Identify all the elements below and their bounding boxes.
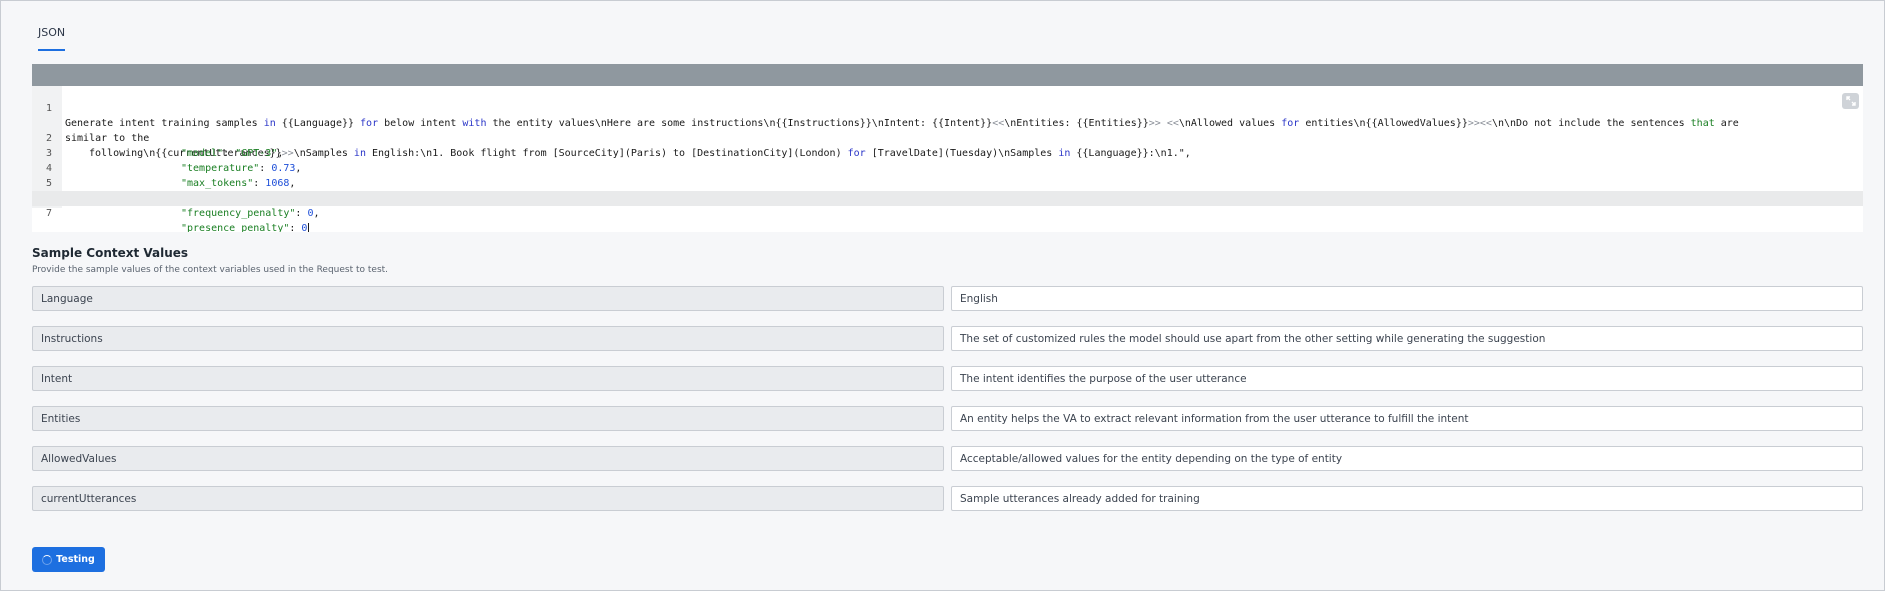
code-line-3[interactable]: 3 "temperature": 0.73, [32,131,1863,174]
code-line-1[interactable]: 1 Generate intent training samples in {{… [32,86,1863,159]
editor-header [32,64,1863,86]
context-value-input[interactable]: Sample utterances already added for trai… [951,486,1863,511]
context-row: currentUtterances Sample utterances alre… [32,486,1863,511]
editor-body[interactable]: 1 Generate intent training samples in {{… [32,86,1863,232]
code-property: "frequency_penalty": 0, [181,208,320,219]
expand-icon[interactable] [1842,93,1859,109]
context-value-input[interactable]: An entity helps the VA to extract releva… [951,406,1863,431]
section-subtitle: Provide the sample values of the context… [32,265,389,275]
context-row: Entities An entity helps the VA to extra… [32,406,1863,431]
context-key: AllowedValues [32,446,944,471]
context-key: Intent [32,366,944,391]
context-value-input[interactable]: The set of customized rules the model sh… [951,326,1863,351]
code-line-5[interactable]: 5 "top_p": 1, [32,161,1863,204]
line-number: 7 [45,208,52,219]
testing-button-label: Testing [56,554,95,565]
text-cursor [308,223,310,232]
code-line-4[interactable]: 4 "max_tokens": 1068, [32,146,1863,189]
code-line-6[interactable]: 6 "frequency_penalty": 0, [32,176,1863,219]
section-title: Sample Context Values [32,246,189,260]
context-values-list: Language English Instructions The set of… [32,286,1863,526]
context-value-input[interactable]: The intent identifies the purpose of the… [951,366,1863,391]
app-frame: JSON 1 Generate intent training samples … [0,0,1885,591]
line-number: 1 [45,103,52,114]
tab-json[interactable]: JSON [38,24,66,51]
context-value-input[interactable]: English [951,286,1863,311]
tab-bar: JSON [38,21,66,51]
code-line-7[interactable]: 7 "presence_penalty": 0 [32,191,1863,232]
spinner-icon [42,554,53,565]
context-row: Intent The intent identifies the purpose… [32,366,1863,391]
code-property: "presence_penalty": 0 [181,223,310,232]
testing-button[interactable]: Testing [32,547,105,572]
context-value-input[interactable]: Acceptable/allowed values for the entity… [951,446,1863,471]
context-key: Instructions [32,326,944,351]
context-key: Language [32,286,944,311]
code-line-2[interactable]: 2 "model": "GPT-3", [32,116,1863,159]
context-row: Instructions The set of customized rules… [32,326,1863,351]
json-editor[interactable]: 1 Generate intent training samples in {{… [32,64,1863,232]
context-key: currentUtterances [32,486,944,511]
context-key: Entities [32,406,944,431]
context-row: Language English [32,286,1863,311]
context-row: AllowedValues Acceptable/allowed values … [32,446,1863,471]
